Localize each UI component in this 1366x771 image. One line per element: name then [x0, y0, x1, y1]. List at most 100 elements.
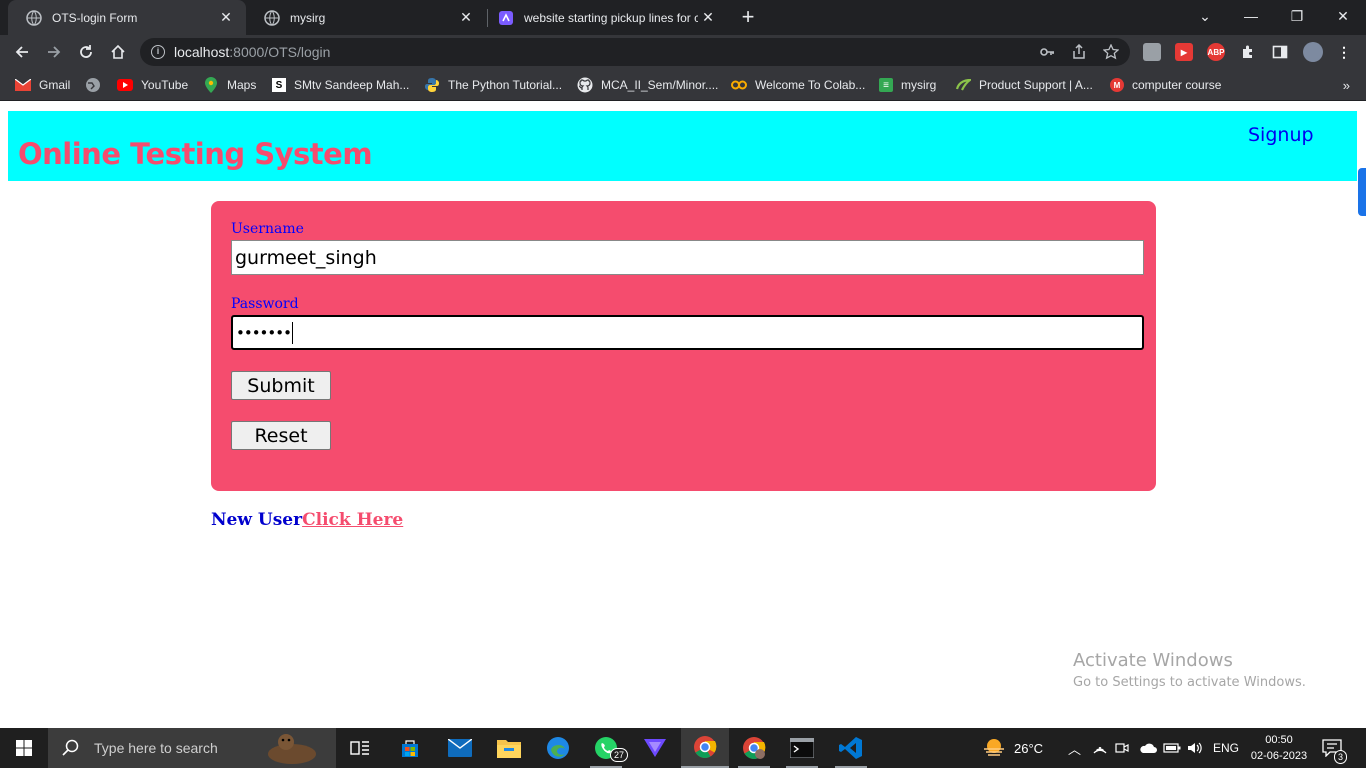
extension-red-icon[interactable]: ▶ — [1175, 43, 1193, 61]
scrollbar-thumb[interactable] — [1358, 168, 1366, 216]
show-hidden-icons-button[interactable]: ︿ — [1068, 728, 1081, 768]
battery-icon[interactable] — [1163, 728, 1181, 768]
site-title: Online Testing System — [18, 137, 373, 171]
key-icon[interactable] — [1038, 43, 1056, 61]
close-tab-icon[interactable]: ✕ — [456, 9, 476, 26]
password-field[interactable]: ••••••• — [231, 315, 1144, 350]
submit-button[interactable]: Submit — [231, 371, 331, 400]
microsoft-store-icon[interactable] — [386, 728, 434, 768]
bookmark-python-tutorial[interactable]: The Python Tutorial... — [424, 75, 562, 95]
reload-icon — [80, 45, 92, 58]
chrome-profile-icon[interactable] — [730, 728, 778, 768]
close-window-button[interactable]: ✕ — [1320, 0, 1366, 32]
puzzle-icon[interactable] — [1239, 43, 1257, 61]
tab-pickup-lines[interactable]: website starting pickup lines for c ✕ — [480, 0, 728, 35]
taskbar-search-box[interactable]: Type here to search — [48, 728, 336, 768]
whatsapp-icon[interactable]: 27 — [582, 728, 630, 768]
tab-ots-login[interactable]: OTS-login Form ✕ — [8, 0, 246, 35]
login-form: Username gurmeet_singh Password ••••••• … — [211, 201, 1156, 491]
meet-now-icon[interactable] — [1115, 728, 1129, 768]
bookmark-github[interactable]: MCA_II_Sem/Minor.... — [577, 75, 718, 95]
globe-icon — [85, 77, 101, 93]
share-icon[interactable] — [1070, 43, 1088, 61]
reset-button[interactable]: Reset — [231, 421, 331, 450]
username-field[interactable]: gurmeet_singh — [231, 240, 1144, 275]
more-bookmarks-icon[interactable]: » — [1343, 78, 1350, 93]
globe-icon — [264, 9, 280, 26]
tab-mysirg[interactable]: mysirg ✕ — [246, 0, 486, 35]
bookmark-star-icon[interactable] — [1102, 43, 1120, 61]
file-explorer-icon[interactable] — [485, 728, 533, 768]
temperature-text: 26°C — [1014, 740, 1044, 756]
clock-date: 02-06-2023 — [1250, 750, 1308, 762]
watermark-subtitle: Go to Settings to activate Windows. — [1073, 675, 1306, 690]
colab-icon — [731, 77, 747, 93]
menu-kebab-icon[interactable]: ⋮ — [1335, 43, 1353, 61]
adblock-icon[interactable]: ABP — [1207, 43, 1225, 61]
task-view-icon — [350, 741, 369, 755]
edge-icon[interactable] — [534, 728, 582, 768]
arrow-right-icon — [48, 46, 61, 58]
terminal-icon[interactable] — [778, 728, 826, 768]
chrome-icon[interactable] — [681, 728, 729, 768]
vscode-icon[interactable] — [827, 728, 875, 768]
language-indicator[interactable]: ENG — [1213, 728, 1239, 768]
username-value: gurmeet_singh — [235, 246, 377, 269]
address-bar[interactable]: i localhost:8000/OTS/login — [140, 38, 1130, 66]
windows-start-button[interactable] — [0, 728, 48, 768]
bookmarks-bar: Gmail YouTube Maps S SMtv Sandeep Mah...… — [0, 69, 1366, 101]
bookmark-maps[interactable]: Maps — [203, 75, 256, 95]
home-button[interactable] — [106, 40, 130, 64]
app-icon — [498, 10, 514, 26]
task-view-button[interactable] — [336, 728, 384, 768]
text-caret — [291, 321, 293, 344]
sun-haze-icon — [984, 739, 1004, 756]
side-panel-icon[interactable] — [1271, 43, 1289, 61]
search-highlight-otter-icon — [262, 730, 326, 766]
onedrive-icon[interactable] — [1139, 728, 1157, 768]
system-clock[interactable]: 00:50 02-06-2023 — [1248, 732, 1310, 764]
windows-taskbar: Type here to search 27 26°C ︿ ENG 00:50 … — [0, 728, 1366, 768]
clock-time: 00:50 — [1265, 734, 1293, 746]
bookmark-mysirg[interactable]: ≡ mysirg — [879, 75, 936, 95]
globe-icon — [26, 9, 42, 26]
tab-search-icon[interactable]: ⌄ — [1182, 0, 1228, 32]
extension-photo-icon[interactable] — [1143, 43, 1161, 61]
mail-icon[interactable] — [436, 728, 484, 768]
arrow-left-icon — [15, 46, 28, 58]
youtube-icon — [117, 77, 133, 93]
bookmark-youtube[interactable]: YouTube — [117, 75, 188, 95]
close-tab-icon[interactable]: ✕ — [698, 9, 718, 26]
bookmark-smtv[interactable]: S SMtv Sandeep Mah... — [272, 75, 409, 95]
back-button[interactable] — [10, 40, 34, 64]
python-icon — [424, 77, 440, 93]
bookmark-product-support[interactable]: Product Support | A... — [955, 75, 1093, 95]
restore-button[interactable]: ❐ — [1274, 0, 1320, 32]
info-icon[interactable]: i — [151, 45, 165, 59]
tab-title: website starting pickup lines for c — [524, 10, 698, 25]
bookmark-gmail[interactable]: Gmail — [15, 75, 70, 95]
notification-center-button[interactable]: 3 — [1322, 728, 1348, 768]
bookmark-computer-course[interactable]: M computer course — [1110, 75, 1221, 95]
maps-icon — [203, 77, 219, 93]
avatar[interactable] — [1303, 42, 1323, 62]
click-here-link[interactable]: Click Here — [302, 510, 403, 530]
proton-vpn-icon[interactable] — [631, 728, 679, 768]
signup-link[interactable]: Signup — [1248, 124, 1314, 146]
whatsapp-badge: 27 — [610, 748, 629, 762]
password-label: Password — [231, 296, 299, 312]
gmail-icon — [15, 77, 31, 93]
close-tab-icon[interactable]: ✕ — [216, 9, 236, 26]
forward-button[interactable] — [42, 40, 66, 64]
new-tab-button[interactable]: + — [736, 5, 760, 29]
bookmark-globe[interactable] — [85, 75, 109, 95]
site-header: Online Testing System Signup — [8, 111, 1357, 181]
tab-title: mysirg — [290, 10, 326, 25]
minimize-button[interactable]: — — [1228, 0, 1274, 32]
volume-icon[interactable] — [1187, 728, 1203, 768]
bookmark-colab[interactable]: Welcome To Colab... — [731, 75, 865, 95]
weather-widget[interactable]: 26°C — [982, 728, 1043, 768]
reload-button[interactable] — [74, 40, 98, 64]
new-user-label: New User — [211, 510, 303, 530]
network-icon[interactable] — [1092, 728, 1108, 768]
